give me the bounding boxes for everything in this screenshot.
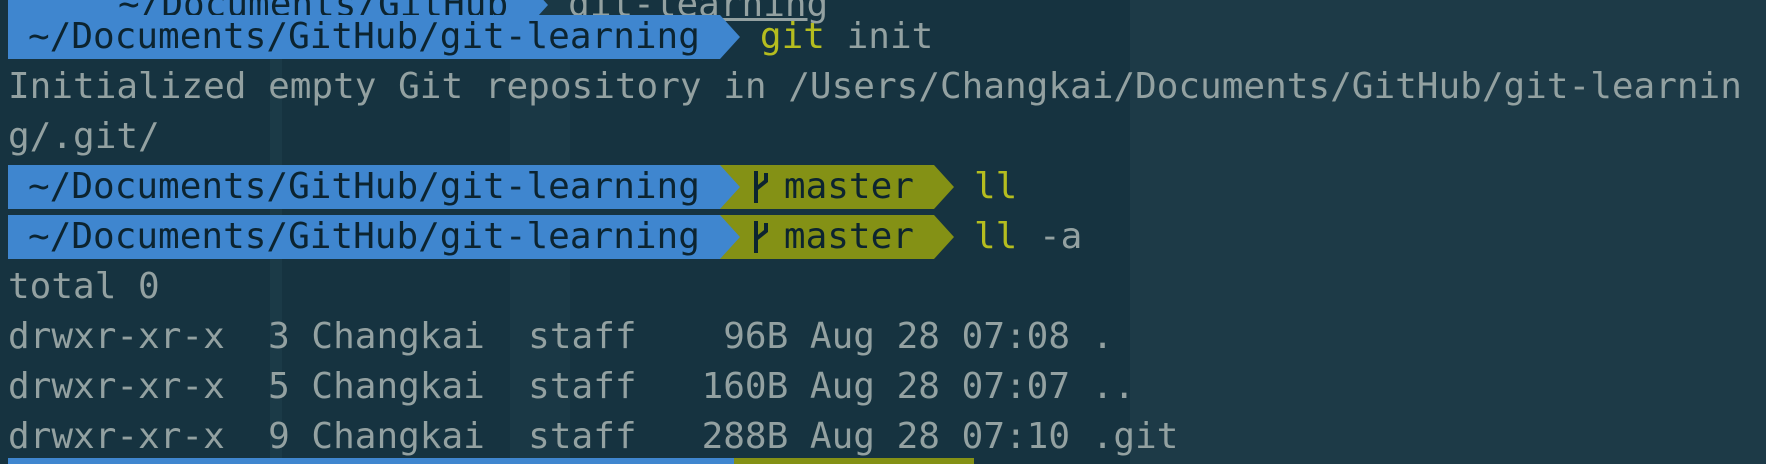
prompt-dir-segment: ~/Documents/GitHub/git-learning	[8, 165, 720, 209]
powerline-separator	[719, 15, 740, 59]
next-prompt-git-edge	[734, 458, 974, 464]
prompt-line-ll-a: ~/Documents/GitHub/git-learning master l…	[8, 212, 1082, 262]
prompt-path: ~/Documents/GitHub/git-learning	[28, 166, 700, 207]
output-line: total 0	[8, 266, 160, 307]
terminal-output[interactable]: ~/Documents/GitHub git-learning ~/Docume…	[8, 0, 1766, 464]
command-args: init	[824, 16, 934, 57]
listing-row: drwxr-xr-x 5 Changkai staff 160B Aug 28 …	[8, 366, 1136, 407]
powerline-separator	[933, 215, 954, 259]
git-branch-icon	[753, 221, 768, 253]
git-branch-icon	[753, 171, 768, 203]
output-line: g/.git/	[8, 116, 160, 157]
prompt-path: ~/Documents/GitHub/git-learning	[28, 16, 700, 57]
command-name: git	[759, 16, 825, 57]
prompt-branch: master	[783, 216, 914, 257]
listing-row: drwxr-xr-x 9 Changkai staff 288B Aug 28 …	[8, 416, 1179, 457]
prompt-branch: master	[783, 166, 914, 207]
command-name: ll	[973, 216, 1018, 257]
prompt-path: ~/Documents/GitHub/git-learning	[28, 216, 700, 257]
command-name: ll	[973, 166, 1018, 207]
prompt-dir-segment: ~/Documents/GitHub/git-learning	[8, 215, 720, 259]
powerline-separator	[933, 165, 954, 209]
listing-row: drwxr-xr-x 3 Changkai staff 96B Aug 28 0…	[8, 316, 1114, 357]
prompt-line-git-init: ~/Documents/GitHub/git-learning git init	[8, 12, 933, 62]
powerline-separator	[719, 165, 740, 209]
powerline-separator	[719, 215, 740, 259]
prompt-line-ll: ~/Documents/GitHub/git-learning master l…	[8, 162, 1017, 212]
output-line: Initialized empty Git repository in /Use…	[8, 66, 1742, 107]
command-args: -a	[1017, 216, 1083, 257]
next-prompt-dir-edge	[8, 458, 734, 464]
prompt-git-segment: master	[739, 215, 934, 259]
prompt-git-segment: master	[739, 165, 934, 209]
prompt-dir-segment: ~/Documents/GitHub/git-learning	[8, 15, 720, 59]
